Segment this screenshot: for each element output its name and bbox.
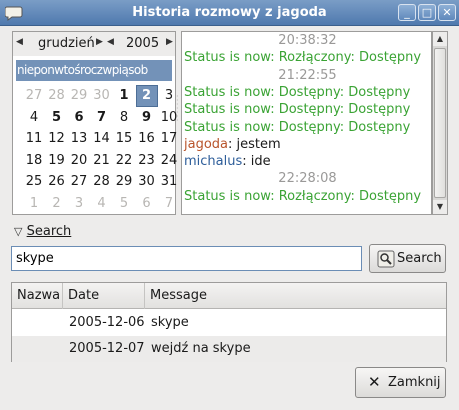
log-text: ide [250,154,271,170]
log-status-line: Status is now: Rozłączony: Dostępny [184,50,422,66]
cell-message: skype [151,315,189,330]
log-scrollbar[interactable]: ▲ ▼ [432,31,448,215]
calendar-day[interactable]: 24 [158,150,180,172]
log-status-line: Status is now: Dostępny: Dostępny [184,84,411,100]
log-timestamp: 21:22:55 [278,67,337,83]
calendar-day[interactable]: 28 [46,85,68,107]
scroll-thumb[interactable] [434,48,446,198]
cell-date: 2005-12-07 [69,341,145,356]
log-text: jestem [236,136,281,152]
calendar[interactable]: ◀ grudzień ▶ ◀ 2005 ▶ nieponwtośroczwpią… [12,31,177,215]
calendar-day[interactable]: 7 [91,107,113,129]
log-separator: : [242,154,251,170]
prev-year-icon[interactable]: ◀ [107,37,114,47]
calendar-year: 2005 [126,36,160,51]
calendar-day[interactable]: 31 [158,171,180,193]
log-nick: michalus [184,154,243,170]
find-icon [377,250,395,268]
calendar-day[interactable]: 6 [68,107,90,129]
scroll-up-icon[interactable]: ▲ [433,32,447,46]
table-header: Nazwa Date Message [12,283,446,309]
close-window-button[interactable]: ✕ [438,4,456,21]
log-message-line: michalus: ide [184,153,271,171]
close-button-label: Zamknij [388,375,441,390]
calendar-day[interactable]: 27 [68,171,90,193]
calendar-day[interactable]: 29 [68,85,90,107]
calendar-day[interactable]: 23 [136,150,158,172]
scroll-down-icon[interactable]: ▼ [433,200,447,214]
calendar-day[interactable]: 2 [135,85,158,107]
calendar-day[interactable]: 18 [23,150,45,172]
log-nick: jagoda [184,136,229,152]
log-status-line: Status is now: Dostępny: Dostępny [184,119,411,135]
calendar-day[interactable]: 16 [136,128,158,150]
window-title: Historia rozmowy z jagoda [132,5,327,20]
log-status-line: Status is now: Rozłączony: Dostępny [184,188,422,204]
prev-month-icon[interactable]: ◀ [16,37,23,47]
calendar-day[interactable]: 4 [91,193,113,215]
next-month-icon[interactable]: ▶ [96,37,103,47]
calendar-day[interactable]: 30 [136,171,158,193]
calendar-day[interactable]: 26 [46,171,68,193]
log-timestamp: 20:38:32 [278,33,337,48]
conversation-log[interactable]: 20:38:32 Status is now: Rozłączony: Dostę… [181,31,432,215]
calendar-day[interactable]: 4 [23,107,45,129]
cell-message: wejdź na skype [151,341,251,356]
search-results-table[interactable]: Nazwa Date Message 2005-12-06 skype 2005… [11,282,447,362]
table-row[interactable]: 2005-12-06 skype [12,310,446,336]
calendar-day[interactable]: 19 [46,150,68,172]
search-expander-label: Search [26,224,72,239]
maximize-button[interactable]: □ [418,4,436,21]
search-expander[interactable]: ▽ Search [14,223,124,241]
minimize-button[interactable]: _ [398,4,416,21]
log-timestamp: 22:28:08 [278,171,337,187]
column-header-date[interactable]: Date [63,283,145,309]
calendar-day[interactable]: 13 [68,128,90,150]
search-button-label: Search [397,251,442,266]
calendar-month: grudzień [38,36,95,51]
log-separator: : [228,136,237,152]
search-input[interactable] [11,246,362,271]
expander-arrow-icon: ▽ [14,225,23,238]
calendar-day[interactable]: 28 [91,171,113,193]
log-status-line: Status is now: Dostępny: Dostępny [184,102,411,118]
close-icon: ✕ [368,373,381,391]
calendar-day[interactable]: 15 [113,128,135,150]
next-year-icon[interactable]: ▶ [166,37,173,47]
search-button[interactable]: Search [369,244,446,273]
table-row[interactable]: 2005-12-07 wejdź na skype [12,336,446,362]
calendar-day[interactable]: 27 [23,85,45,107]
calendar-day[interactable]: 1 [113,85,135,107]
close-button[interactable]: ✕ Zamknij [355,367,446,398]
calendar-day[interactable]: 1 [23,193,45,215]
calendar-header: ◀ grudzień ▶ ◀ 2005 ▶ [13,32,175,56]
cell-date: 2005-12-06 [69,315,145,330]
calendar-day[interactable]: 11 [23,128,45,150]
calendar-day[interactable]: 21 [91,150,113,172]
calendar-day[interactable]: 12 [46,128,68,150]
calendar-day[interactable]: 8 [113,107,135,129]
calendar-day[interactable]: 5 [46,107,68,129]
column-header-nazwa[interactable]: Nazwa [12,283,63,309]
calendar-day[interactable]: 20 [68,150,90,172]
column-header-message[interactable]: Message [145,283,446,309]
calendar-day[interactable]: 30 [91,85,113,107]
calendar-day[interactable]: 22 [113,150,135,172]
calendar-day-header: nieponwtośroczwpiąsob [16,60,172,81]
calendar-day[interactable]: 25 [23,171,45,193]
calendar-day[interactable]: 9 [136,107,158,129]
calendar-day[interactable]: 29 [113,171,135,193]
calendar-day[interactable]: 2 [46,193,68,215]
calendar-day[interactable]: 6 [136,193,158,215]
calendar-day[interactable]: 3 [68,193,90,215]
calendar-day[interactable]: 7 [158,193,180,215]
calendar-day[interactable]: 5 [113,193,135,215]
calendar-day[interactable]: 14 [91,128,113,150]
log-message-line: jagoda: jestem [184,136,281,154]
